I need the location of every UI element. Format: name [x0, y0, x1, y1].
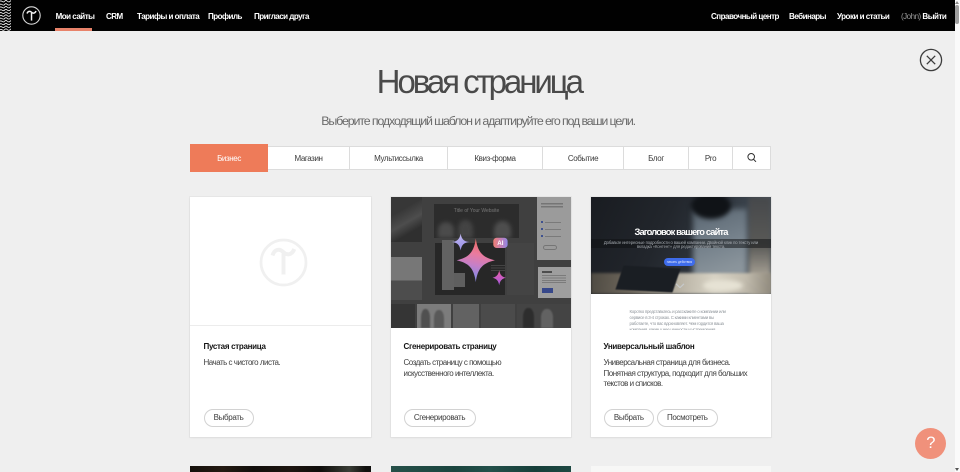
- svg-text:AI: AI: [497, 240, 503, 247]
